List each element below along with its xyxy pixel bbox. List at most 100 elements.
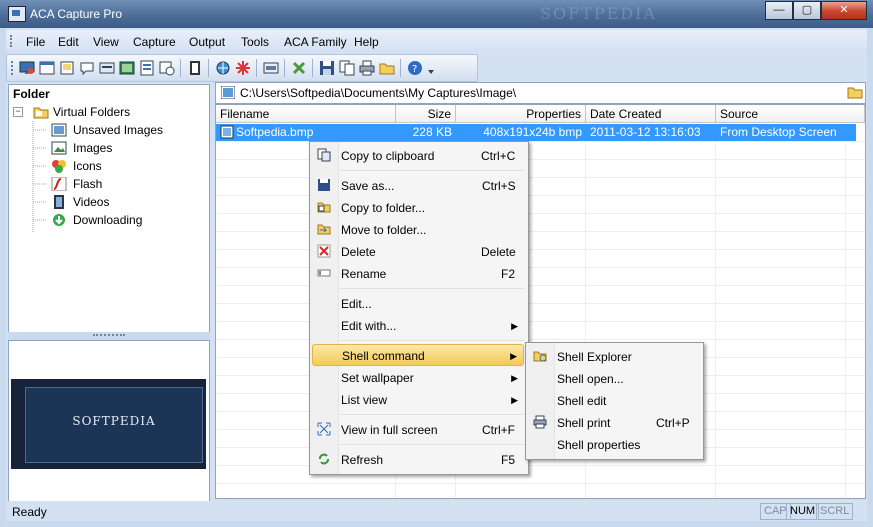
menu-item-label: Delete <box>341 245 376 259</box>
capture-menu-icon[interactable] <box>99 60 115 76</box>
web-capture-icon[interactable] <box>215 60 231 76</box>
menu-item-label: Shell properties <box>557 438 641 452</box>
column-size[interactable]: Size <box>396 105 456 123</box>
menu-view[interactable]: View <box>93 35 119 49</box>
menu-item-copy-to-clipboard[interactable]: Copy to clipboard Ctrl+C <box>312 145 524 167</box>
menu-item-shortcut: Ctrl+S <box>482 179 516 193</box>
tree-item-unsaved-images[interactable]: Unsaved Images <box>49 121 207 139</box>
scrl-indicator: SCRL <box>816 503 854 520</box>
help-icon[interactable]: ? <box>407 60 423 76</box>
maximize-button[interactable]: ▢ <box>793 1 821 20</box>
menu-item-edit[interactable]: Edit... <box>312 293 524 315</box>
menu-item-label: Edit... <box>341 297 372 311</box>
menu-help[interactable]: Help <box>354 35 379 49</box>
tree-item-videos[interactable]: Videos <box>49 193 207 211</box>
menu-aca-family[interactable]: ACA Family <box>284 35 347 49</box>
menu-item-copy-to-folder[interactable]: Copy to folder... <box>312 197 524 219</box>
preview-logo-text: SOFTPEDIA <box>72 414 156 428</box>
toolbar-separator <box>208 59 209 77</box>
folder-icon[interactable] <box>379 60 395 76</box>
close-button[interactable]: ✕ <box>821 1 867 20</box>
menu-item-set-wallpaper[interactable]: Set wallpaper ▶ <box>312 367 524 389</box>
menu-item-label: Shell print <box>557 416 611 430</box>
screen-ruler-icon[interactable] <box>263 60 279 76</box>
capture-object-icon[interactable] <box>79 60 95 76</box>
tree-item-downloading[interactable]: Downloading <box>49 211 207 229</box>
menu-item-label: Shell Explorer <box>557 350 632 364</box>
menu-item-delete[interactable]: Delete Delete <box>312 241 524 263</box>
tree-item-images[interactable]: Images <box>49 139 207 157</box>
browse-folder-icon[interactable] <box>847 85 863 99</box>
menu-item-shell-open[interactable]: Shell open... <box>528 368 699 390</box>
column-source[interactable]: Source <box>716 105 865 123</box>
menu-item-shell-edit[interactable]: Shell edit <box>528 390 699 412</box>
menu-separator <box>340 414 524 415</box>
toolbar-separator <box>180 59 181 77</box>
submenu-arrow-icon: ▶ <box>510 351 517 361</box>
tree-item-label: Flash <box>73 177 103 191</box>
column-date-created[interactable]: Date Created <box>586 105 716 123</box>
menu-item-shortcut: F2 <box>501 267 516 281</box>
menu-item-shell-explorer[interactable]: Shell Explorer <box>528 346 699 368</box>
menu-edit[interactable]: Edit <box>58 35 79 49</box>
menu-item-shell-command[interactable]: Shell command ▶ <box>312 344 524 366</box>
status-bar: Ready CAP NUM SCRL <box>6 501 867 521</box>
title-bar[interactable]: ACA Capture Pro SOFTPEDIA — ▢ ✕ <box>0 0 873 28</box>
menu-tools[interactable]: Tools <box>241 35 269 49</box>
menu-item-refresh[interactable]: Refresh F5 <box>312 449 524 471</box>
toolbar-separator <box>256 59 257 77</box>
capture-region-icon[interactable] <box>59 60 75 76</box>
menu-item-label: View in full screen <box>341 423 438 437</box>
svg-text:?: ? <box>412 64 417 75</box>
menu-item-shortcut: Delete <box>481 245 516 259</box>
table-row[interactable]: Softpedia.bmp 228 KB 408x191x24b bmp 201… <box>216 124 856 141</box>
menu-capture[interactable]: Capture <box>133 35 176 49</box>
capture-scroll-icon[interactable] <box>139 60 155 76</box>
menu-item-label: Save as... <box>341 179 395 193</box>
menu-item-rename[interactable]: Rename F2 <box>312 263 524 285</box>
menu-output[interactable]: Output <box>189 35 225 49</box>
video-capture-icon[interactable] <box>187 60 203 76</box>
capture-window-icon[interactable] <box>39 60 55 76</box>
panel-splitter[interactable] <box>8 332 210 340</box>
cancel-capture-icon[interactable] <box>291 60 307 76</box>
minimize-button[interactable]: — <box>765 1 793 20</box>
column-filename[interactable]: Filename <box>216 105 396 123</box>
printer-icon[interactable] <box>359 60 375 76</box>
menubar-grip[interactable] <box>10 35 15 47</box>
toolbar-overflow-icon[interactable] <box>427 60 435 76</box>
menu-item-view-full-screen[interactable]: View in full screen Ctrl+F <box>312 419 524 441</box>
menu-item-label: Shell open... <box>557 372 624 386</box>
tree-item-icons[interactable]: Icons <box>49 157 207 175</box>
menu-file[interactable]: File <box>26 35 45 49</box>
rename-icon <box>317 269 331 277</box>
column-properties[interactable]: Properties <box>456 105 586 123</box>
copy-folder-icon <box>317 202 331 213</box>
tree-lines <box>32 121 47 232</box>
menu-bar: File Edit View Capture Output Tools ACA … <box>6 30 867 52</box>
preview-image: SOFTPEDIA <box>11 379 206 469</box>
menu-item-label: List view <box>341 393 388 407</box>
app-icon[interactable] <box>8 6 26 22</box>
color-picker-icon[interactable] <box>235 60 251 76</box>
printer-icon <box>533 415 547 429</box>
menu-item-list-view[interactable]: List view ▶ <box>312 389 524 411</box>
cell-source: From Desktop Screen <box>720 125 837 139</box>
menu-item-save-as[interactable]: Save as... Ctrl+S <box>312 175 524 197</box>
tree-item-flash[interactable]: Flash <box>49 175 207 193</box>
menu-item-shell-properties[interactable]: Shell properties <box>528 434 699 456</box>
menu-item-move-to-folder[interactable]: Move to folder... <box>312 219 524 241</box>
capture-full-icon[interactable] <box>119 60 135 76</box>
menu-item-label: Edit with... <box>341 319 397 333</box>
fullscreen-icon <box>317 422 331 436</box>
menu-item-shell-print[interactable]: Shell print Ctrl+P <box>528 412 699 434</box>
current-path: C:\Users\Softpedia\Documents\My Captures… <box>240 86 517 100</box>
copy-icon[interactable] <box>339 60 355 76</box>
menu-item-edit-with[interactable]: Edit with... ▶ <box>312 315 524 337</box>
shell-command-submenu: Shell Explorer Shell open... Shell edit … <box>525 342 704 460</box>
capture-screen-icon[interactable] <box>19 60 35 76</box>
capture-timer-icon[interactable] <box>159 60 175 76</box>
splitter-grip <box>93 334 125 339</box>
save-icon[interactable] <box>319 60 335 76</box>
toolbar-grip[interactable] <box>11 61 16 75</box>
